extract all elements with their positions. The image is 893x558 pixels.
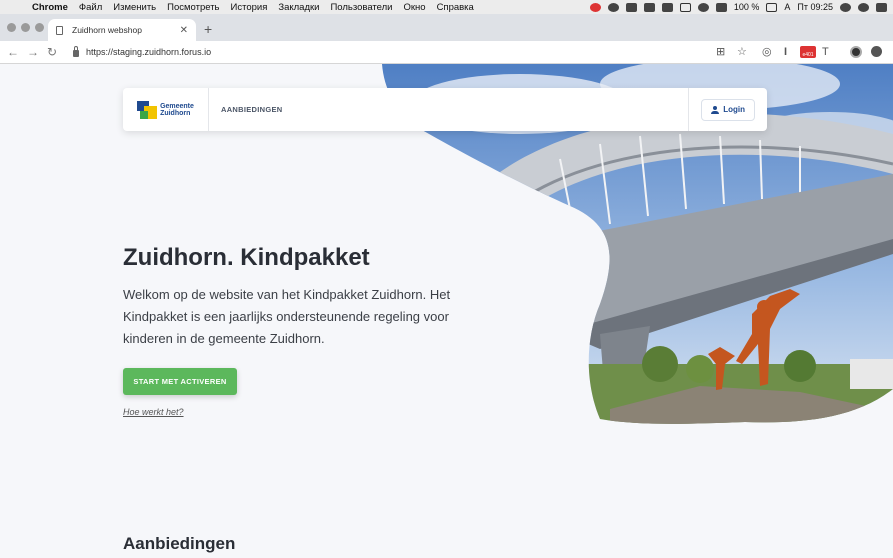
wifi-icon[interactable] — [625, 2, 637, 12]
bookmark-star-icon[interactable]: ☆ — [737, 45, 747, 59]
menu-edit[interactable]: Изменить — [113, 2, 156, 13]
window-controls — [7, 23, 44, 32]
lock-icon[interactable] — [73, 45, 79, 57]
bluetooth-icon[interactable] — [661, 2, 673, 12]
notification-icon[interactable] — [589, 2, 601, 12]
close-window-icon[interactable] — [7, 23, 16, 32]
logo-emblem — [137, 100, 158, 119]
extension-icon-2[interactable]: I — [784, 45, 787, 59]
logo-line-2: Zuidhorn — [160, 109, 191, 117]
header-actions: Login — [688, 88, 767, 131]
logo-text: Gemeente Zuidhorn — [160, 103, 194, 117]
menu-app-name[interactable]: Chrome — [32, 2, 68, 13]
battery-icon[interactable] — [766, 2, 778, 12]
minimize-window-icon[interactable] — [21, 23, 30, 32]
extension-badge[interactable]: e401 — [800, 46, 816, 58]
reload-icon[interactable]: ↻ — [47, 44, 57, 60]
sync-icon[interactable] — [607, 2, 619, 12]
zoom-window-icon[interactable] — [35, 23, 44, 32]
status-area: 100 % A Пт 09:25 — [589, 0, 887, 14]
browser-toolbar: ← → ↻ https://staging.zuidhorn.forus.io … — [0, 41, 893, 64]
input-source[interactable]: A — [784, 2, 790, 12]
notification-center-icon[interactable] — [876, 2, 887, 12]
forward-icon[interactable]: → — [27, 44, 39, 60]
login-button[interactable]: Login — [701, 98, 755, 121]
siri-icon[interactable] — [858, 2, 869, 12]
hero-title: Zuidhorn. Kindpakket — [123, 244, 370, 271]
menu-history[interactable]: История — [231, 2, 268, 13]
display-icon[interactable] — [643, 2, 655, 12]
keyboard-icon[interactable] — [679, 2, 691, 12]
close-tab-icon[interactable]: ✕ — [180, 25, 188, 36]
profile-avatar[interactable] — [850, 46, 862, 58]
spotlight-icon[interactable] — [840, 2, 851, 12]
web-page: Gemeente Zuidhorn AANBIEDINGEN Login Zui… — [0, 64, 893, 558]
hero-text: Welkom op de website van het Kindpakket … — [123, 287, 451, 346]
menu-help[interactable]: Справка — [437, 2, 474, 13]
site-header: Gemeente Zuidhorn AANBIEDINGEN Login — [123, 88, 767, 131]
macos-menu-bar: Chrome Файл Изменить Посмотреть История … — [0, 0, 893, 14]
url-text[interactable]: https://staging.zuidhorn.forus.io — [86, 47, 211, 57]
translate-icon[interactable]: ⊞ — [716, 45, 725, 59]
nav-offers-link[interactable]: AANBIEDINGEN — [221, 105, 283, 114]
login-label: Login — [723, 105, 745, 114]
volume-icon[interactable] — [715, 2, 727, 12]
menu-bookmarks[interactable]: Закладки — [278, 2, 319, 13]
tab-active[interactable]: Zuidhorn webshop ✕ — [48, 19, 196, 41]
back-icon[interactable]: ← — [7, 44, 19, 60]
user-icon — [711, 105, 720, 114]
logo-line-1: Gemeente — [160, 102, 194, 110]
page-icon — [56, 25, 63, 35]
menu-window[interactable]: Окно — [403, 2, 425, 13]
new-tab-icon[interactable]: + — [204, 22, 212, 36]
menu-file[interactable]: Файл — [79, 2, 102, 13]
airplay-icon[interactable] — [697, 2, 709, 12]
start-activation-button[interactable]: START MET ACTIVEREN — [123, 368, 237, 395]
menu-icon[interactable] — [871, 46, 882, 57]
extension-icon-1[interactable]: ◎ — [762, 45, 772, 59]
how-it-works-link[interactable]: Hoe werkt het? — [123, 407, 184, 417]
tab-strip: Zuidhorn webshop ✕ + — [0, 14, 893, 41]
menu-users[interactable]: Пользователи — [330, 2, 392, 13]
extension-icon-3[interactable]: T — [822, 45, 829, 59]
battery-percent: 100 % — [733, 2, 760, 12]
menu-view[interactable]: Посмотреть — [167, 2, 219, 13]
tab-title: Zuidhorn webshop — [72, 25, 142, 35]
address-bar[interactable]: https://staging.zuidhorn.forus.io — [67, 43, 757, 61]
offers-section-title: Aanbiedingen — [123, 534, 236, 553]
site-logo[interactable]: Gemeente Zuidhorn — [123, 88, 209, 131]
clock[interactable]: Пт 09:25 — [797, 2, 833, 12]
